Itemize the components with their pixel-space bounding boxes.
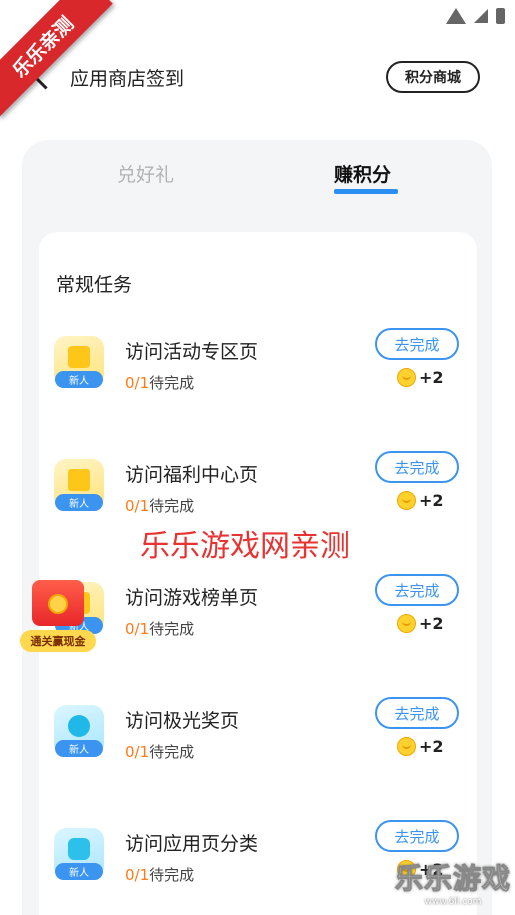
reward: +2 xyxy=(397,614,444,633)
reward: +2 xyxy=(397,491,444,510)
page-title: 应用商店签到 xyxy=(70,68,185,90)
task-name: 访问极光奖页 xyxy=(125,710,240,732)
brand-watermark-text: 乐乐游戏 xyxy=(394,862,511,896)
active-tab-indicator xyxy=(334,189,398,194)
progress-count: 0/1 xyxy=(125,743,150,761)
task-row: 新人 访问福利中心页 0/1待完成 去完成 +2 xyxy=(39,451,477,531)
task-card: 常规任务 新人 访问活动专区页 0/1待完成 去完成 +2 新人 访问福利中心页… xyxy=(39,232,477,915)
progress-status: 待完成 xyxy=(149,374,195,392)
task-row: 新人 访问游戏榜单页 0/1待完成 去完成 +2 xyxy=(39,574,477,654)
signal-icon xyxy=(474,9,488,23)
tab-redeem-gifts[interactable]: 兑好礼 xyxy=(117,160,174,187)
task-progress: 0/1待完成 xyxy=(125,618,194,639)
progress-status: 待完成 xyxy=(149,620,195,638)
reward-points: +2 xyxy=(419,737,444,756)
coin-icon xyxy=(397,737,416,756)
coin-icon xyxy=(48,594,68,614)
task-progress: 0/1待完成 xyxy=(125,741,194,762)
new-user-badge: 新人 xyxy=(55,863,103,880)
progress-status: 待完成 xyxy=(149,497,195,515)
task-progress: 0/1待完成 xyxy=(125,372,194,393)
new-user-badge: 新人 xyxy=(55,371,103,388)
progress-count: 0/1 xyxy=(125,866,150,884)
coin-icon xyxy=(397,614,416,633)
center-watermark: 乐乐游戏网亲测 xyxy=(140,529,350,564)
task-row: 新人 访问极光奖页 0/1待完成 去完成 +2 xyxy=(39,697,477,777)
coin-icon xyxy=(397,368,416,387)
task-name: 访问游戏榜单页 xyxy=(125,587,259,609)
section-title: 常规任务 xyxy=(56,274,133,296)
battery-icon xyxy=(496,8,505,24)
status-icons xyxy=(446,8,505,24)
points-mall-button[interactable]: 积分商城 xyxy=(386,61,480,93)
coin-icon xyxy=(397,491,416,510)
task-row: 新人 访问活动专区页 0/1待完成 去完成 +2 xyxy=(39,328,477,408)
brand-watermark-url: www.6ll.com xyxy=(424,897,482,907)
reward-points: +2 xyxy=(419,614,444,633)
progress-status: 待完成 xyxy=(149,866,195,884)
reward: +2 xyxy=(397,368,444,387)
new-user-badge: 新人 xyxy=(55,494,103,511)
task-progress: 0/1待完成 xyxy=(125,864,194,885)
floating-red-packet[interactable]: 通关赢现金 xyxy=(20,578,98,658)
progress-count: 0/1 xyxy=(125,620,150,638)
task-progress: 0/1待完成 xyxy=(125,495,194,516)
reward-points: +2 xyxy=(419,491,444,510)
go-complete-button[interactable]: 去完成 xyxy=(375,697,459,729)
brand-watermark: 乐乐游戏 www.6ll.com xyxy=(394,857,511,908)
progress-status: 待完成 xyxy=(149,743,195,761)
new-user-badge: 新人 xyxy=(55,740,103,757)
progress-count: 0/1 xyxy=(125,497,150,515)
wifi-icon xyxy=(446,8,466,24)
nav-bar: 应用商店签到 积分商城 xyxy=(0,48,515,108)
go-complete-button[interactable]: 去完成 xyxy=(375,328,459,360)
task-name: 访问福利中心页 xyxy=(125,464,259,486)
go-complete-button[interactable]: 去完成 xyxy=(375,820,459,852)
go-complete-button[interactable]: 去完成 xyxy=(375,451,459,483)
reward: +2 xyxy=(397,737,444,756)
task-name: 访问应用页分类 xyxy=(125,833,259,855)
progress-count: 0/1 xyxy=(125,374,150,392)
go-complete-button[interactable]: 去完成 xyxy=(375,574,459,606)
red-packet-label: 通关赢现金 xyxy=(20,630,96,652)
tab-earn-points[interactable]: 赚积分 xyxy=(334,160,391,187)
task-name: 访问活动专区页 xyxy=(125,341,259,363)
reward-points: +2 xyxy=(419,368,444,387)
